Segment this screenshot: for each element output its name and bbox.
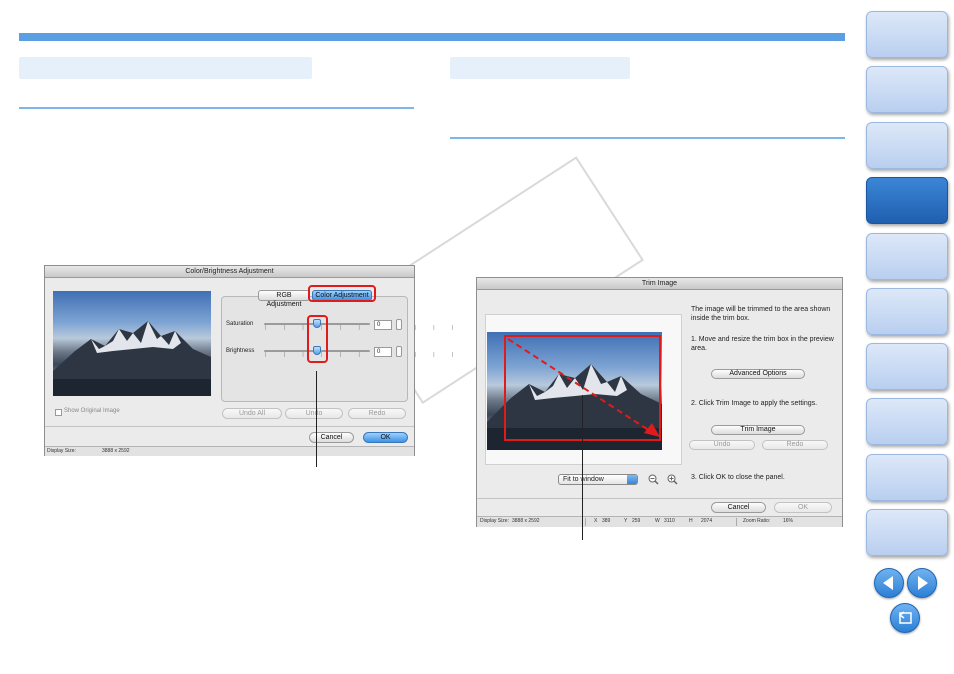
- trim-x-value: 389: [602, 518, 611, 524]
- highlight-sliders: [307, 315, 328, 363]
- trim-x-label: X: [594, 518, 598, 524]
- redo-button[interactable]: Redo: [348, 408, 406, 419]
- dialog-title: Color/Brightness Adjustment: [45, 266, 414, 278]
- fit-select-value: Fit to window: [563, 476, 604, 483]
- status-separator-2: [736, 518, 737, 526]
- return-icon: [898, 611, 912, 624]
- trim-h-value: 2074: [701, 518, 713, 524]
- color-brightness-dialog: Color/Brightness Adjustment Show Origina…: [44, 265, 453, 456]
- saturation-value-field[interactable]: 0: [374, 320, 392, 330]
- trim-y-label: Y: [624, 518, 628, 524]
- trim-step-3: 3. Click OK to close the panel.: [691, 474, 785, 481]
- brightness-value-field[interactable]: 0: [374, 347, 392, 357]
- trim-zoom-value: 16%: [783, 518, 794, 524]
- sidebar-tab-4-active[interactable]: [866, 177, 948, 224]
- next-page-button[interactable]: [907, 568, 937, 598]
- brightness-ticks: | | | | | | | | | | |: [265, 352, 462, 358]
- prev-page-icon: [883, 576, 893, 590]
- brightness-label: Brightness: [226, 348, 255, 354]
- preview-image: [53, 291, 211, 396]
- status-bar: Display Size: 3888 x 2592: [45, 446, 414, 456]
- advanced-options-button[interactable]: Advanced Options: [711, 369, 805, 379]
- sidebar-tab-3[interactable]: [866, 122, 948, 169]
- trim-h-label: H: [689, 518, 693, 524]
- saturation-stepper[interactable]: [396, 319, 402, 330]
- fit-to-window-select[interactable]: Fit to window: [558, 474, 638, 485]
- sidebar-tab-9[interactable]: [866, 454, 948, 501]
- show-original-checkbox[interactable]: [55, 409, 62, 416]
- dialog-title-trim: Trim Image: [477, 278, 842, 290]
- trim-redo-button[interactable]: Redo: [762, 440, 828, 450]
- display-size-value: 3888 x 2592: [102, 448, 130, 454]
- divider: [45, 426, 414, 427]
- trim-display-size-label: Display Size:: [480, 518, 509, 524]
- tab-rgb-adjustment[interactable]: RGB Adjustment: [258, 290, 310, 308]
- sidebar-tab-2[interactable]: [866, 66, 948, 113]
- trim-step-2: 2. Click Trim Image to apply the setting…: [691, 400, 818, 407]
- undo-button[interactable]: Undo: [285, 408, 343, 419]
- section-header-right: [450, 57, 630, 79]
- header-bar: [19, 33, 845, 41]
- trim-zoom-label: Zoom Ratio:: [743, 518, 771, 524]
- sidebar-tab-8[interactable]: [866, 398, 948, 445]
- undo-all-button[interactable]: Undo All: [222, 408, 282, 419]
- return-button[interactable]: [890, 603, 920, 633]
- sidebar-tab-6[interactable]: [866, 288, 948, 335]
- sidebar-tab-7[interactable]: [866, 343, 948, 390]
- trim-instruction-intro: The image will be trimmed to the area sh…: [691, 306, 831, 322]
- section-header-left: [19, 57, 312, 79]
- ok-button[interactable]: OK: [363, 432, 408, 443]
- trim-image-button[interactable]: Trim Image: [711, 425, 805, 435]
- sidebar-tab-10[interactable]: [866, 509, 948, 556]
- next-page-icon: [918, 576, 928, 590]
- status-separator: [585, 518, 586, 526]
- trim-cancel-button[interactable]: Cancel: [711, 502, 766, 513]
- saturation-ticks: | | | | | | | | | | |: [265, 325, 462, 331]
- trim-y-value: 259: [632, 518, 641, 524]
- prev-page-button[interactable]: [874, 568, 904, 598]
- show-original-label: Show Original Image: [64, 408, 120, 414]
- trim-divider: [477, 498, 842, 499]
- sidebar-tab-5[interactable]: [866, 233, 948, 280]
- trim-w-value: 3110: [664, 518, 675, 524]
- trim-ok-button[interactable]: OK: [774, 502, 832, 513]
- section-rule-left: [19, 107, 414, 109]
- saturation-label: Saturation: [226, 321, 254, 327]
- display-size-label: Display Size:: [47, 448, 76, 454]
- trim-undo-button[interactable]: Undo: [689, 440, 755, 450]
- zoom-out-icon[interactable]: [648, 474, 659, 485]
- trim-drag-arrow: [507, 338, 660, 437]
- section-rule-right: [450, 137, 845, 139]
- trim-step-1: 1. Move and resize the trim box in the p…: [691, 336, 834, 352]
- select-arrow-icon: [627, 475, 637, 484]
- trim-w-label: W: [655, 518, 660, 524]
- highlight-color-tab: [308, 285, 376, 302]
- trim-status-bar: Display Size: 3888 x 2592 X 389 Y 259 W …: [477, 516, 842, 527]
- zoom-in-icon[interactable]: [667, 474, 678, 485]
- callout-line-left: [316, 371, 317, 467]
- trim-image-dialog: Trim Image The image will be trimmed to …: [476, 277, 843, 527]
- sidebar-tab-1[interactable]: [866, 11, 948, 58]
- trim-display-size-value: 3888 x 2592: [512, 518, 540, 524]
- callout-line-right: [582, 395, 583, 540]
- brightness-stepper[interactable]: [396, 346, 402, 357]
